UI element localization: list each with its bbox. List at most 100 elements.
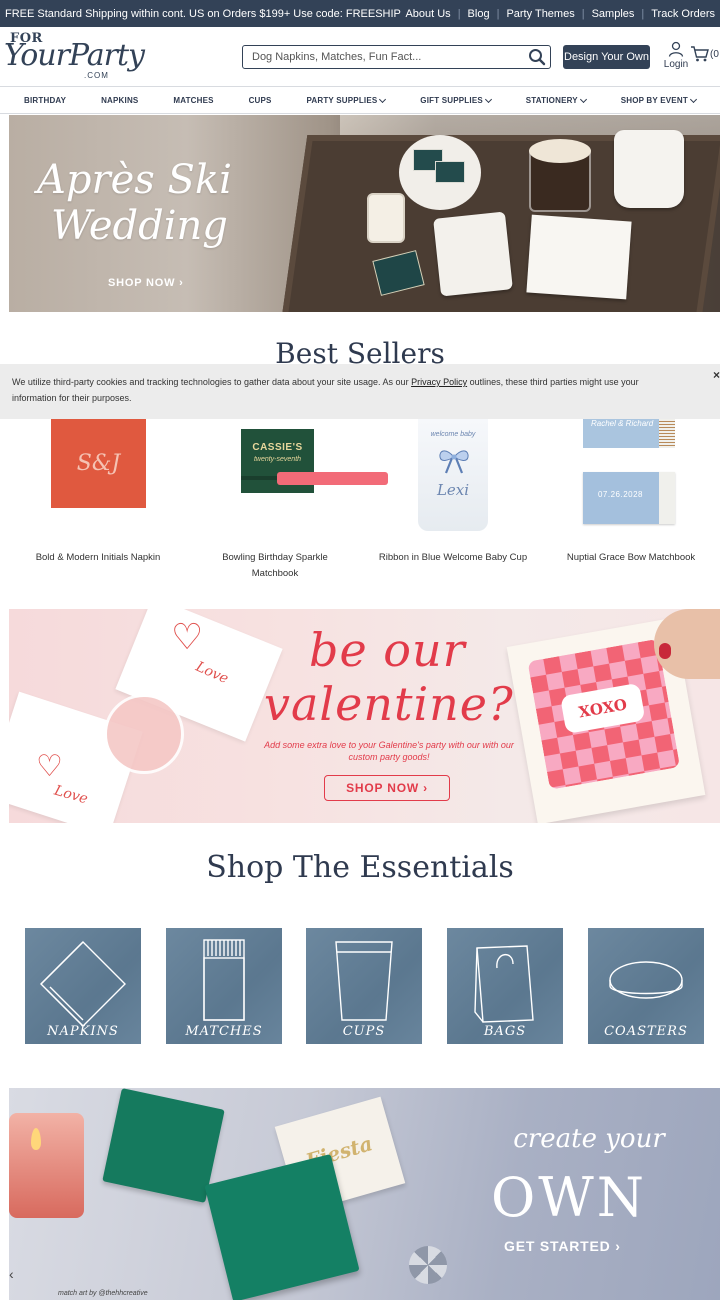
product-title[interactable]: Ribbon in Blue Welcome Baby Cup (373, 550, 533, 566)
hero-title-line2: Wedding (51, 203, 228, 249)
nav-item-shop-by-event[interactable]: SHOP BY EVENT (620, 95, 697, 105)
product-image-subtext: twenty-seventh (253, 456, 302, 463)
napkin-image (526, 214, 632, 300)
glass-image (104, 694, 184, 774)
hero-title: Après Ski Wedding (37, 157, 232, 249)
foam (529, 139, 591, 163)
product-title[interactable]: Bowling Birthday Sparkle Matchbook (205, 550, 345, 582)
chevron-down-icon (579, 95, 587, 103)
nail-image (659, 643, 671, 659)
product-image-text: Rachel & Richard (591, 419, 654, 428)
heart-icon: ♡ (171, 617, 204, 658)
hero-title-line1: Après Ski (37, 157, 232, 203)
nav-item-birthday[interactable]: BIRTHDAY (24, 96, 66, 105)
cup-image (614, 130, 684, 208)
privacy-policy-link[interactable]: Privacy Policy (411, 377, 467, 387)
nav-item-napkins[interactable]: NAPKINS (101, 96, 138, 105)
samples-link[interactable]: Samples (592, 8, 635, 20)
site-header: FOR YourParty .COM Design Your Own Login… (0, 27, 720, 87)
heart-icon: ♡ (36, 749, 63, 784)
tile-label: COASTERS (604, 1024, 688, 1039)
nav-item-stationery[interactable]: STATIONERY (526, 95, 587, 105)
tile-label: BAGS (483, 1024, 527, 1039)
track-orders-link[interactable]: Track Orders (651, 8, 715, 20)
create-line1: create your (513, 1124, 665, 1154)
product-image-subtext: 07.26.2028 (597, 490, 644, 499)
chevron-left-icon[interactable]: ‹ (9, 1266, 21, 1288)
promo-text: FREE Standard Shipping within cont. US o… (5, 7, 401, 20)
get-started-link[interactable]: GET STARTED › (504, 1238, 621, 1254)
logo-name: YourParty (4, 38, 145, 73)
match-strip (659, 419, 675, 448)
product-image[interactable]: Rachel & Richard (583, 419, 675, 448)
essential-tile-matches[interactable]: MATCHES (166, 928, 282, 1044)
party-themes-link[interactable]: Party Themes (506, 8, 574, 20)
essential-tile-napkins[interactable]: NAPKINS (25, 928, 141, 1044)
hero-shop-now-link[interactable]: SHOP NOW › (108, 277, 184, 289)
nav-label: NAPKINS (101, 96, 139, 105)
search-input[interactable] (243, 51, 524, 63)
login-button[interactable]: Login (662, 41, 690, 70)
promo-bar: FREE Standard Shipping within cont. US o… (0, 0, 720, 27)
valentine-headline-2: valentine? (264, 677, 514, 731)
coaster-image (433, 211, 513, 297)
essentials-title: Shop The Essentials (206, 850, 514, 885)
product-image-subtext: Lexi (436, 481, 470, 499)
nav-label: PARTY SUPPLIES (306, 96, 378, 105)
tile-label: MATCHES (185, 1024, 263, 1039)
product-image-text: S&J (76, 451, 121, 476)
user-icon (668, 41, 684, 57)
design-your-own-button[interactable]: Design Your Own (563, 45, 650, 69)
bow-icon (439, 450, 469, 474)
product-image[interactable]: 07.26.2028 (583, 472, 675, 524)
product-image[interactable]: welcome baby Lexi (418, 419, 488, 531)
valentine-banner[interactable]: ♡ ♡ Love Love be our valentine? Add some… (9, 609, 720, 823)
chevron-down-icon (484, 95, 492, 103)
essential-tile-cups[interactable]: CUPS (306, 928, 422, 1044)
product-image[interactable]: S&J (51, 419, 146, 508)
about-us-link[interactable]: About Us (405, 8, 450, 20)
hero-banner[interactable]: Après Ski Wedding SHOP NOW › (9, 115, 720, 312)
mug-image (529, 139, 591, 212)
close-icon[interactable]: × (713, 367, 720, 383)
tile-label: CUPS (342, 1024, 386, 1039)
site-logo[interactable]: FOR YourParty .COM (4, 31, 145, 83)
disco-ball-image (409, 1246, 447, 1284)
search-icon[interactable] (524, 46, 550, 68)
nav-item-matches[interactable]: MATCHES (173, 96, 213, 105)
pink-overlay-button[interactable] (277, 472, 388, 485)
cookie-banner: We utilize third-party cookies and track… (0, 364, 720, 419)
valentine-subtext: Add some extra love to your Galentine's … (264, 740, 514, 762)
login-label: Login (663, 59, 689, 70)
nav-label: SHOP BY EVENT (620, 96, 688, 105)
divider: | (496, 7, 500, 20)
create-your-own-banner[interactable]: Fiesta create your OWN GET STARTED › mat… (9, 1088, 720, 1300)
tile-label: NAPKINS (47, 1024, 119, 1039)
cart-button[interactable]: (0 (690, 45, 719, 63)
product-image-text: welcome baby (430, 431, 476, 438)
product-title[interactable]: Bold & Modern Initials Napkin (20, 550, 176, 566)
nav-item-gift-supplies[interactable]: GIFT SUPPLIES (420, 95, 492, 105)
logo-com: .COM (84, 71, 109, 80)
valentine-headline-1: be our (309, 623, 466, 677)
cookie-text: We utilize third-party cookies and track… (12, 377, 412, 387)
divider: | (641, 7, 645, 20)
valentine-shop-now-button[interactable]: SHOP NOW › (324, 775, 450, 801)
candle-image (9, 1113, 84, 1218)
essential-tile-coasters[interactable]: COASTERS (588, 928, 704, 1044)
matchbox-image (435, 161, 465, 183)
chevron-down-icon (379, 95, 387, 103)
nav-item-cups[interactable]: CUPS (249, 96, 272, 105)
cart-icon (691, 46, 709, 62)
product-title[interactable]: Nuptial Grace Bow Matchbook (555, 550, 707, 566)
search-box (242, 45, 551, 69)
nav-label: BIRTHDAY (24, 96, 67, 105)
nav-item-party-supplies[interactable]: PARTY SUPPLIES (306, 95, 387, 105)
nav-label: CUPS (248, 96, 272, 105)
product-image-text: CASSIE'S (252, 442, 303, 453)
create-line2: OWN (490, 1166, 648, 1229)
divider: | (581, 7, 585, 20)
bowl-image (399, 135, 481, 210)
blog-link[interactable]: Blog (468, 8, 490, 20)
essential-tile-bags[interactable]: BAGS (447, 928, 563, 1044)
